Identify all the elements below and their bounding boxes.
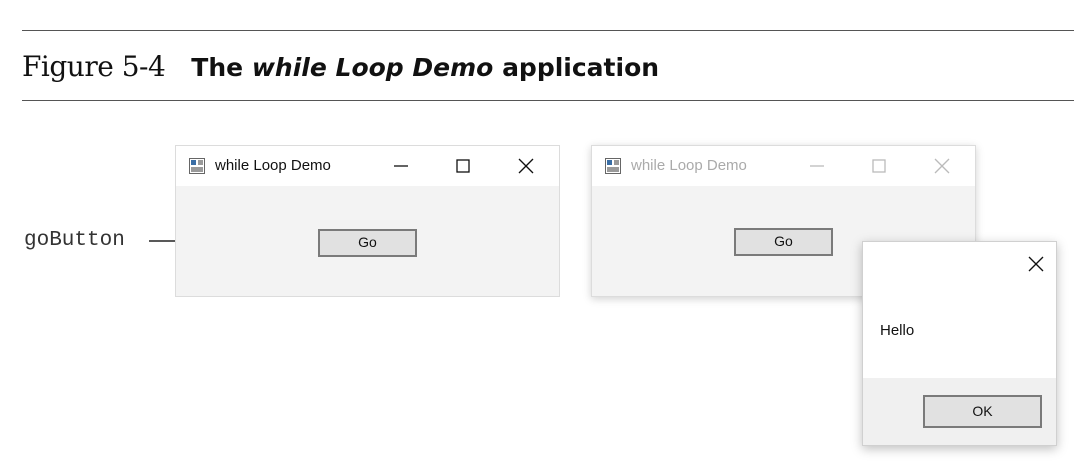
close-icon[interactable] bbox=[932, 156, 952, 176]
close-icon[interactable] bbox=[516, 156, 536, 176]
app-icon bbox=[189, 158, 205, 174]
maximize-icon[interactable] bbox=[869, 156, 889, 176]
go-button[interactable]: Go bbox=[734, 228, 833, 256]
message-box: Hello OK bbox=[862, 241, 1057, 446]
maximize-icon[interactable] bbox=[453, 156, 473, 176]
go-button[interactable]: Go bbox=[318, 229, 417, 257]
window-title: while Loop Demo bbox=[215, 157, 331, 174]
title-bar: while Loop Demo bbox=[592, 146, 975, 186]
ok-button[interactable]: OK bbox=[923, 395, 1042, 428]
message-text: Hello bbox=[880, 322, 915, 339]
title-bar: while Loop Demo bbox=[176, 146, 559, 186]
minimize-icon[interactable] bbox=[391, 156, 411, 176]
close-icon[interactable] bbox=[1026, 254, 1046, 274]
minimize-icon[interactable] bbox=[807, 156, 827, 176]
while-loop-demo-window: while Loop Demo Go bbox=[175, 145, 560, 297]
window-title: while Loop Demo bbox=[631, 157, 747, 174]
message-box-footer: OK bbox=[863, 378, 1056, 445]
app-icon bbox=[605, 158, 621, 174]
